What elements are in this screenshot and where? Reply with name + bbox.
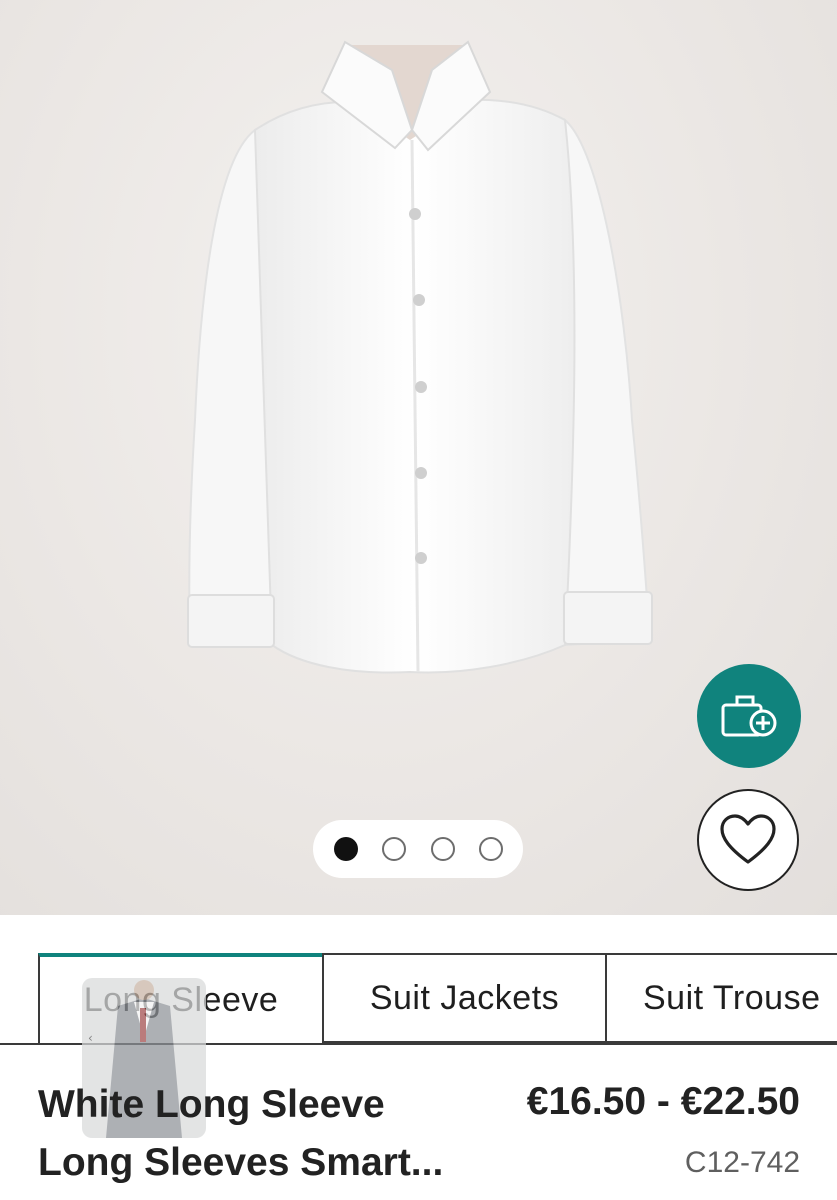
pager-dot-2[interactable] bbox=[382, 837, 406, 861]
product-image-area[interactable] bbox=[0, 0, 837, 915]
add-to-bag-button[interactable] bbox=[697, 664, 801, 768]
pager-dot-1[interactable] bbox=[334, 837, 358, 861]
image-pagination bbox=[313, 820, 523, 878]
product-title-line-1: White Long Sleeve bbox=[38, 1083, 385, 1126]
bag-plus-icon bbox=[721, 695, 777, 737]
heart-outline-icon bbox=[720, 814, 776, 864]
pager-dot-3[interactable] bbox=[431, 837, 455, 861]
tab-label: Suit Jackets bbox=[369, 978, 560, 1017]
wishlist-button[interactable] bbox=[697, 789, 799, 891]
tab-suit-jackets[interactable]: Suit Jackets bbox=[322, 953, 607, 1043]
tab-label: Suit Trouse bbox=[643, 978, 821, 1017]
shirt-image bbox=[187, 40, 653, 674]
product-code: C12-742 bbox=[684, 1146, 800, 1179]
product-price: €16.50 - €22.50 bbox=[526, 1080, 800, 1123]
product-title-line-2: Long Sleeves Smart... bbox=[38, 1141, 444, 1184]
tab-suit-trousers[interactable]: Suit Trouse bbox=[605, 953, 837, 1043]
svg-text:‹: ‹ bbox=[88, 1031, 93, 1045]
product-title[interactable]: White Long Sleeve Long Sleeves Smart... bbox=[38, 1076, 478, 1192]
pager-dot-4[interactable] bbox=[479, 837, 503, 861]
